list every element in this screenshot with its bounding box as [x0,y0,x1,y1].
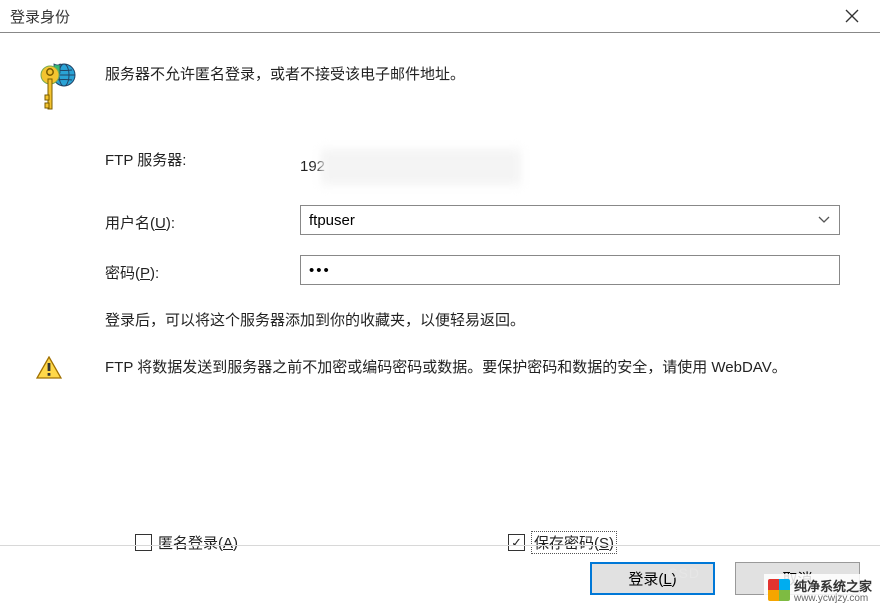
site-watermark: 纯净系统之家 www.ycwjzy.com [764,574,876,606]
checkbox-box [508,534,525,551]
watermark-logo-icon [768,579,790,601]
dialog-message: 服务器不允许匿名登录，或者不接受该电子邮件地址。 [105,61,850,88]
anonymous-label: 匿名登录(A) [158,532,238,553]
dialog-content: 服务器不允许匿名登录，或者不接受该电子邮件地址。 FTP 服务器: 192 用户… [0,33,880,554]
password-input[interactable] [300,255,840,285]
password-label: 密码(P): [105,258,300,283]
savepw-checkbox[interactable]: 保存密码(S) [508,531,617,554]
csdn-watermark: CSD [667,565,700,581]
savepw-label: 保存密码(S) [531,531,617,554]
titlebar: 登录身份 [0,0,880,33]
key-icon-cell [30,61,105,117]
server-value: 192 [300,145,850,185]
close-button[interactable] [832,1,872,31]
username-input[interactable] [300,205,840,235]
watermark-text: 纯净系统之家 [794,579,872,594]
key-globe-icon [30,61,82,117]
button-divider [0,545,880,546]
checkbox-box [135,534,152,551]
username-label: 用户名(U): [105,208,300,233]
security-warning: FTP 将数据发送到服务器之前不加密或编码密码或数据。要保护密码和数据的安全，请… [105,354,850,381]
anonymous-checkbox[interactable]: 匿名登录(A) [135,532,238,553]
warning-icon-cell [30,354,105,380]
warning-icon [36,356,62,380]
close-icon [845,9,859,23]
username-combo[interactable] [300,205,840,235]
window-title: 登录身份 [10,6,70,27]
server-label: FTP 服务器: [105,145,300,170]
watermark-url: www.ycwjzy.com [794,593,872,604]
favorites-hint: 登录后，可以将这个服务器添加到你的收藏夹，以便轻易返回。 [105,307,850,334]
